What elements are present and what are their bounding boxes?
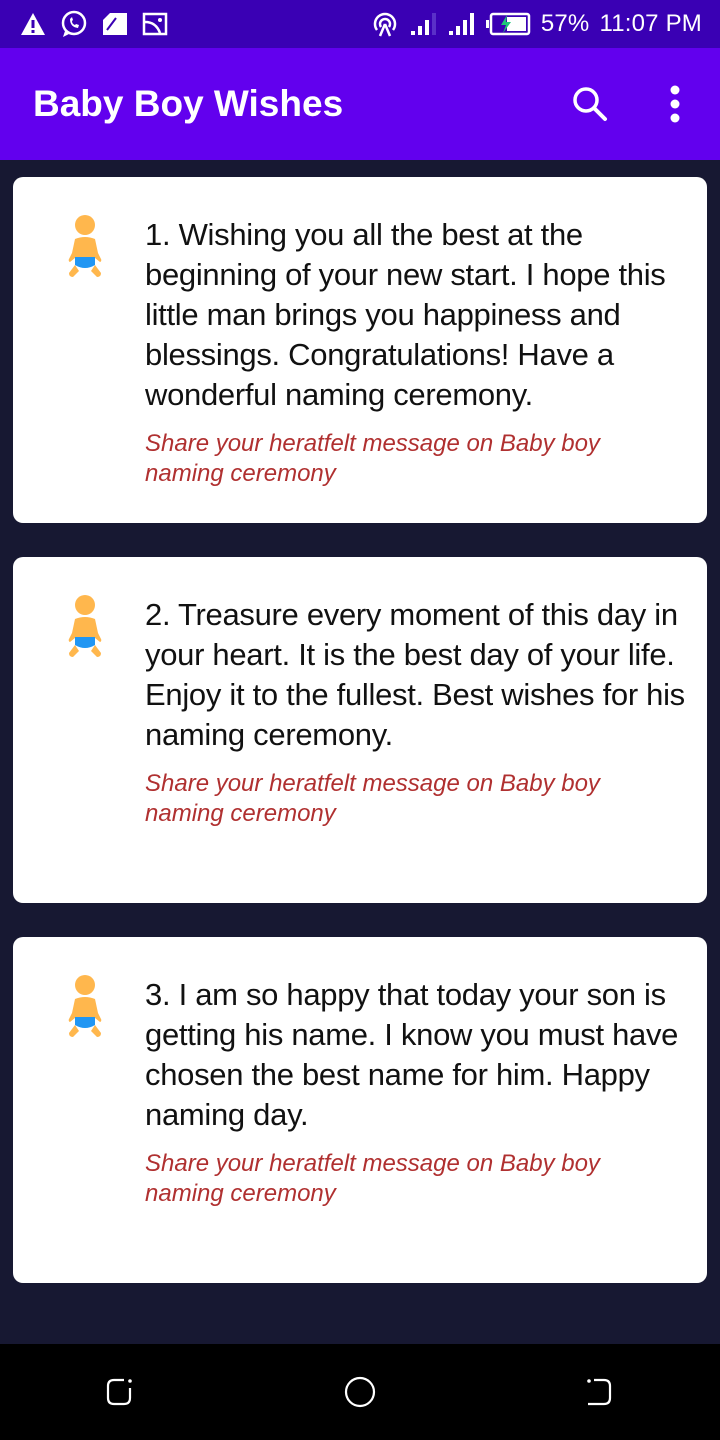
wish-card[interactable]: 1. Wishing you all the best at the begin… bbox=[13, 177, 707, 523]
baby-icon bbox=[68, 975, 102, 1037]
search-icon bbox=[573, 87, 607, 121]
sim-icon bbox=[103, 13, 127, 35]
warning-icon bbox=[21, 13, 45, 35]
share-subtitle: Share your heratfelt message on Baby boy… bbox=[145, 430, 600, 487]
more-vert-icon bbox=[670, 85, 680, 123]
app-bar: Baby Boy Wishes bbox=[0, 48, 720, 160]
wish-card[interactable]: 2. Treasure every moment of this day in … bbox=[13, 557, 707, 903]
wish-text: 2. Treasure every moment of this day in … bbox=[145, 597, 685, 752]
back-icon bbox=[587, 1378, 612, 1406]
battery-percentage: 57% bbox=[540, 10, 590, 37]
back-button[interactable] bbox=[560, 1352, 640, 1432]
system-nav-bar bbox=[0, 1344, 720, 1440]
signal-2-icon bbox=[448, 13, 474, 35]
status-right-icons: 57% 11:07 PM bbox=[371, 10, 702, 38]
clock: 11:07 PM bbox=[599, 10, 702, 37]
share-subtitle: Share your heratfelt message on Baby boy… bbox=[145, 770, 600, 827]
share-subtitle: Share your heratfelt message on Baby boy… bbox=[145, 1150, 600, 1207]
status-left-icons bbox=[20, 10, 168, 38]
more-options-button[interactable] bbox=[645, 74, 705, 134]
home-button[interactable] bbox=[320, 1352, 400, 1432]
app-title: Baby Boy Wishes bbox=[33, 83, 344, 124]
search-button[interactable] bbox=[560, 74, 620, 134]
baby-icon bbox=[68, 215, 102, 277]
battery-charging-icon bbox=[485, 12, 531, 36]
hotspot-icon bbox=[373, 12, 396, 37]
wish-card[interactable]: 3. I am so happy that today your son is … bbox=[13, 937, 707, 1283]
recents-icon bbox=[106, 1378, 132, 1406]
wishes-list: 1. Wishing you all the best at the begin… bbox=[13, 177, 707, 1317]
status-bar: 57% 11:07 PM bbox=[0, 0, 720, 48]
recents-button[interactable] bbox=[80, 1352, 160, 1432]
image-icon bbox=[142, 12, 168, 36]
wish-text: 3. I am so happy that today your son is … bbox=[145, 977, 679, 1132]
home-icon bbox=[344, 1376, 376, 1408]
baby-icon bbox=[68, 595, 102, 657]
whatsapp-icon bbox=[61, 10, 87, 37]
wish-text: 1. Wishing you all the best at the begin… bbox=[145, 217, 666, 412]
signal-1-icon bbox=[410, 13, 436, 35]
